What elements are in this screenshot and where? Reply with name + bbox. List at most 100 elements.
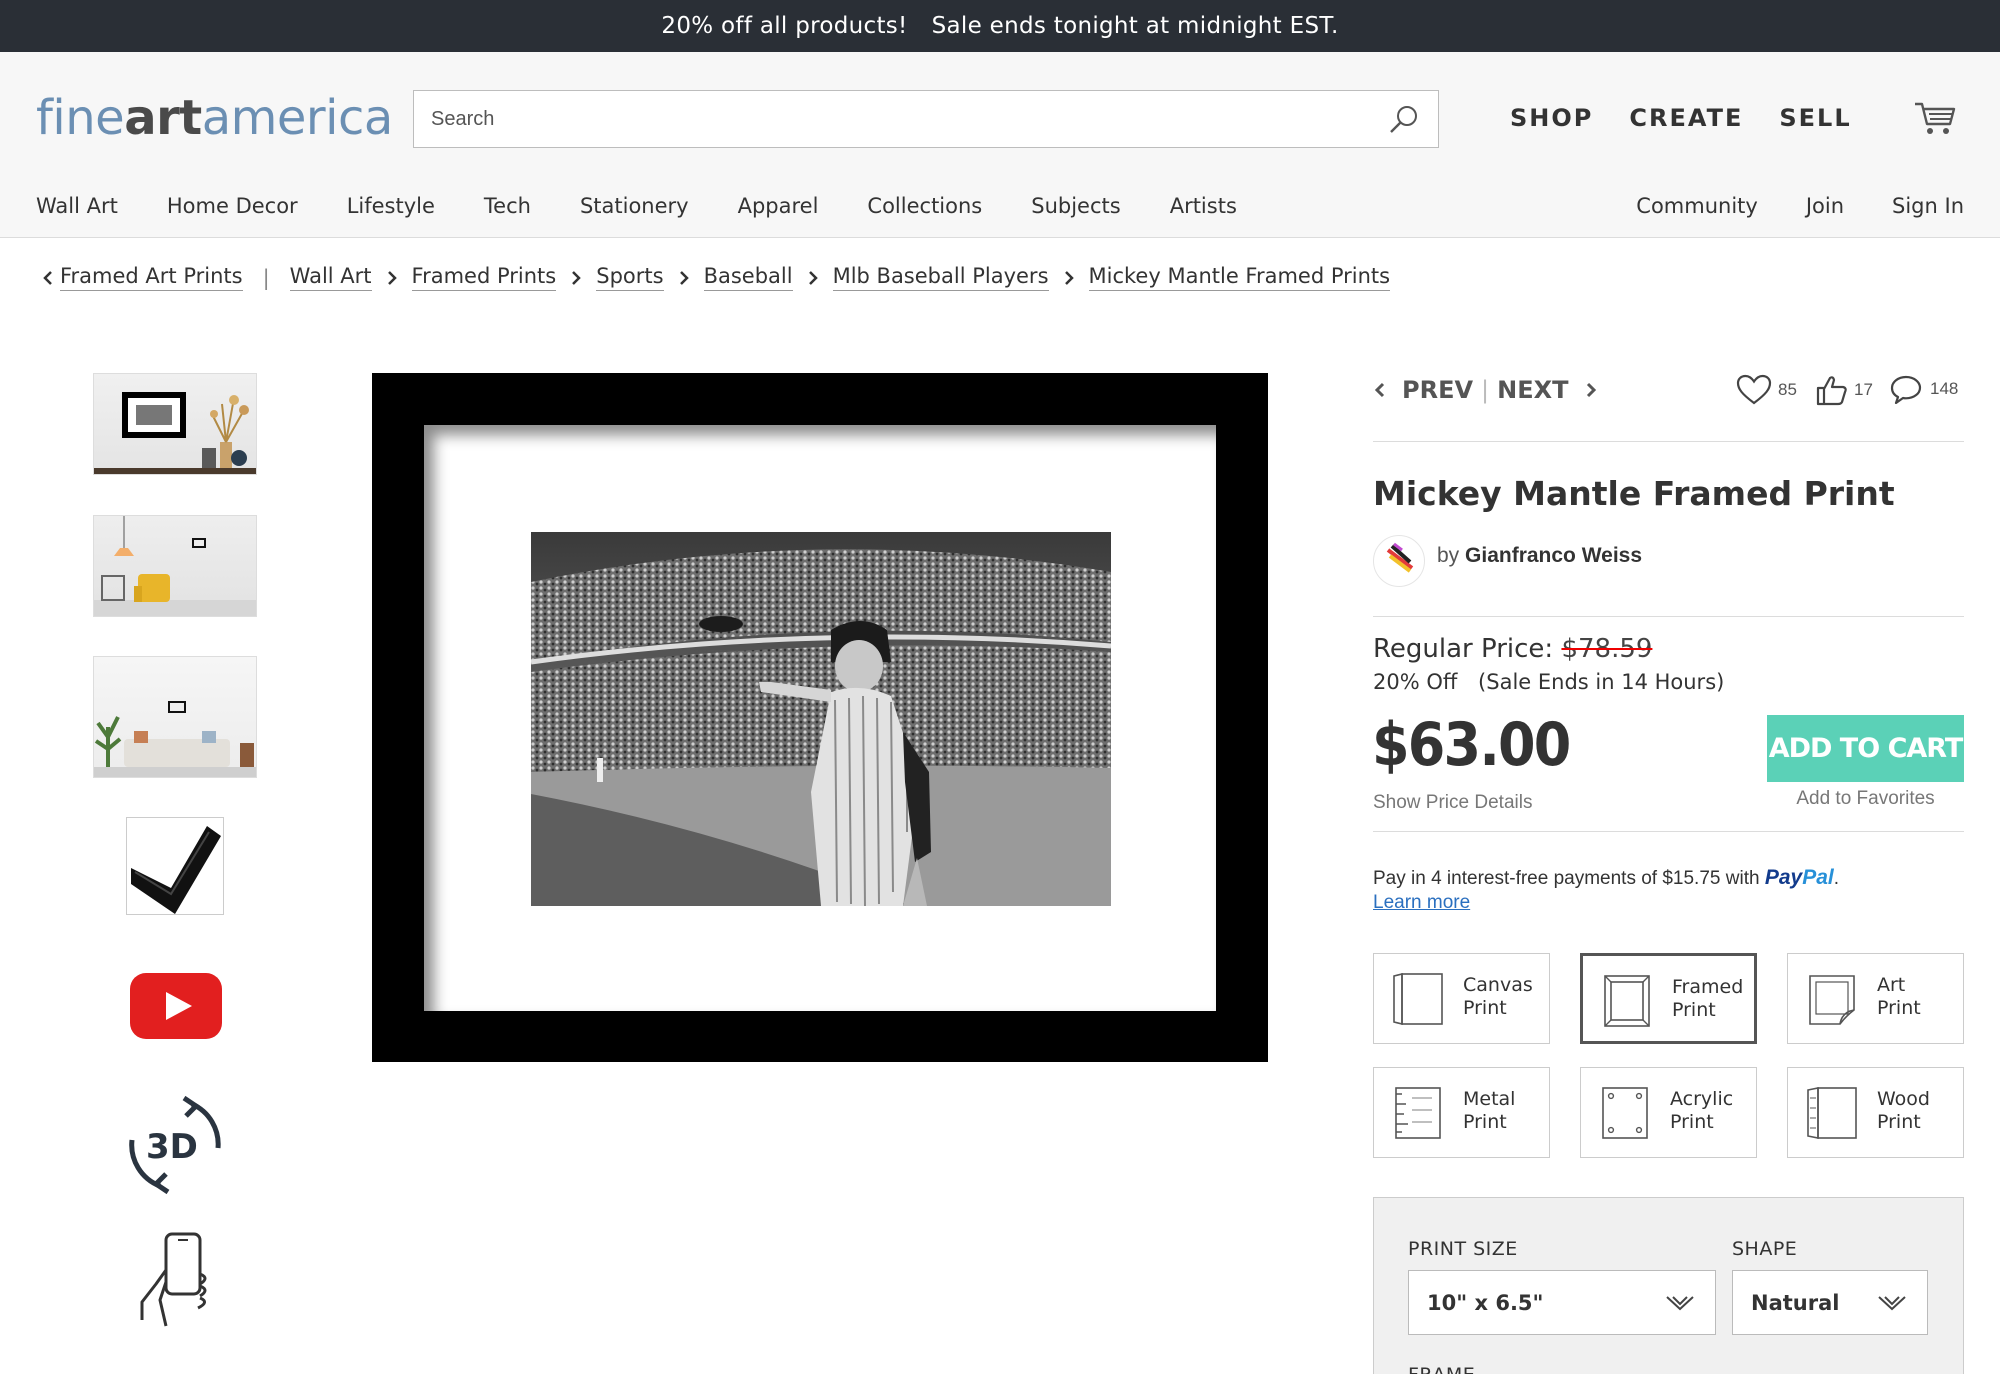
chevron-down-icon bbox=[1666, 1296, 1694, 1311]
comments-count: 148 bbox=[1930, 379, 1959, 398]
nav-join[interactable]: Join bbox=[1806, 194, 1844, 218]
learn-more-link[interactable]: Learn more bbox=[1373, 892, 1470, 914]
nav-wall-art[interactable]: Wall Art bbox=[36, 194, 118, 218]
print-size-select[interactable]: 10" x 6.5" bbox=[1408, 1270, 1716, 1335]
heart-icon bbox=[1736, 374, 1772, 405]
print-size-value: 10" x 6.5" bbox=[1427, 1290, 1544, 1315]
product-type-framed[interactable]: Framed Print bbox=[1580, 953, 1757, 1044]
byline-prefix: by bbox=[1437, 544, 1460, 567]
shape-select[interactable]: Natural bbox=[1732, 1270, 1928, 1335]
search-input[interactable] bbox=[414, 91, 1374, 147]
paypal-installments: Pay in 4 interest-free payments of $15.7… bbox=[1373, 866, 1840, 889]
show-price-details-link[interactable]: Show Price Details bbox=[1373, 792, 1532, 814]
search-icon[interactable] bbox=[1388, 103, 1420, 135]
room-preview-image bbox=[94, 701, 256, 777]
chevron-right-icon bbox=[808, 270, 818, 285]
thumbnail-living-room[interactable] bbox=[93, 515, 257, 617]
discount-text: 20% Off bbox=[1373, 670, 1458, 694]
acrylic-print-icon bbox=[1602, 1087, 1648, 1139]
product-type-canvas[interactable]: Canvas Print bbox=[1373, 953, 1550, 1044]
product-type-label: Canvas Print bbox=[1463, 974, 1533, 1019]
nav-community[interactable]: Community bbox=[1636, 194, 1758, 218]
breadcrumb: Framed Art Prints | Wall Art Framed Prin… bbox=[42, 264, 1391, 291]
comment-icon bbox=[1890, 375, 1922, 404]
svg-text:3D: 3D bbox=[146, 1127, 198, 1167]
favorites-count: 85 bbox=[1778, 380, 1797, 399]
breadcrumb-divider: | bbox=[262, 265, 270, 290]
prev-button[interactable]: PREV bbox=[1402, 376, 1473, 404]
nav-sign-in[interactable]: Sign In bbox=[1892, 194, 1964, 218]
product-type-acrylic[interactable]: Acrylic Print bbox=[1580, 1067, 1757, 1158]
product-type-label: Wood Print bbox=[1877, 1088, 1930, 1133]
product-type-wood[interactable]: Wood Print bbox=[1787, 1067, 1964, 1158]
breadcrumb-item[interactable]: Sports bbox=[596, 264, 664, 291]
mickey-mantle-photo bbox=[531, 532, 1111, 906]
shop-link[interactable]: SHOP bbox=[1510, 104, 1593, 132]
add-to-favorites-link[interactable]: Add to Favorites bbox=[1767, 788, 1964, 810]
chevron-right-icon[interactable] bbox=[1583, 380, 1599, 400]
regular-price: Regular Price: $78.59 bbox=[1373, 634, 1652, 664]
create-link[interactable]: CREATE bbox=[1629, 104, 1743, 132]
artist-byline: by Gianfranco Weiss bbox=[1437, 544, 1642, 568]
breadcrumb-item[interactable]: Baseball bbox=[703, 264, 793, 291]
promo-banner: 20% off all products! Sale ends tonight … bbox=[0, 0, 2000, 52]
breadcrumb-item[interactable]: Framed Prints bbox=[411, 264, 557, 291]
breadcrumb-item[interactable]: Mickey Mantle Framed Prints bbox=[1088, 264, 1391, 291]
chevron-right-icon bbox=[387, 270, 397, 285]
nav-stationery[interactable]: Stationery bbox=[580, 194, 689, 218]
nav-lifestyle[interactable]: Lifestyle bbox=[347, 194, 435, 218]
nav-tech[interactable]: Tech bbox=[484, 194, 531, 218]
divider bbox=[1373, 831, 1964, 832]
main-nav: Wall Art Home Decor Lifestyle Tech Stati… bbox=[36, 194, 1286, 218]
thumbnail-sofa-room[interactable] bbox=[93, 656, 257, 778]
regular-price-label: Regular Price: bbox=[1373, 634, 1554, 664]
phone-ar-icon[interactable] bbox=[136, 1230, 212, 1330]
likes-counter[interactable]: 17 bbox=[1816, 374, 1873, 406]
product-type-label: Metal Print bbox=[1463, 1088, 1516, 1133]
youtube-play-icon[interactable] bbox=[130, 973, 222, 1039]
chevron-left-icon bbox=[43, 270, 52, 285]
artist-name-link[interactable]: Gianfranco Weiss bbox=[1465, 544, 1642, 567]
nav-subjects[interactable]: Subjects bbox=[1031, 194, 1120, 218]
shape-label: SHAPE bbox=[1732, 1238, 1798, 1260]
sell-link[interactable]: SELL bbox=[1779, 104, 1851, 132]
chevron-right-icon bbox=[679, 270, 689, 285]
artist-logo-icon bbox=[1386, 542, 1414, 573]
nav-apparel[interactable]: Apparel bbox=[738, 194, 819, 218]
room-preview-image bbox=[94, 392, 256, 474]
print-size-label: PRINT SIZE bbox=[1408, 1238, 1518, 1260]
favorites-counter[interactable]: 85 bbox=[1736, 374, 1797, 406]
top-links: SHOP CREATE SELL bbox=[1510, 104, 1852, 132]
promo-deadline: Sale ends tonight at midnight EST. bbox=[931, 13, 1339, 39]
divider bbox=[1373, 616, 1964, 617]
sale-ends-text: (Sale Ends in 14 Hours) bbox=[1478, 670, 1725, 694]
breadcrumb-item[interactable]: Wall Art bbox=[289, 264, 372, 291]
nav-artists[interactable]: Artists bbox=[1170, 194, 1237, 218]
product-type-label: Acrylic Print bbox=[1670, 1088, 1734, 1133]
nav-home-decor[interactable]: Home Decor bbox=[167, 194, 298, 218]
cart-icon[interactable] bbox=[1913, 98, 1957, 138]
nav-collections[interactable]: Collections bbox=[867, 194, 982, 218]
regular-price-value: $78.59 bbox=[1561, 634, 1653, 664]
product-type-metal[interactable]: Metal Print bbox=[1373, 1067, 1550, 1158]
product-type-art[interactable]: Art Print bbox=[1787, 953, 1964, 1044]
artist-avatar[interactable] bbox=[1373, 535, 1425, 587]
site-logo[interactable]: fineartamerica bbox=[36, 90, 393, 146]
add-to-cart-button[interactable]: ADD TO CART bbox=[1767, 715, 1964, 782]
rotate-3d-icon[interactable]: 3D bbox=[122, 1090, 230, 1200]
comments-counter[interactable]: 148 bbox=[1890, 374, 1958, 404]
breadcrumb-item[interactable]: Mlb Baseball Players bbox=[832, 264, 1049, 291]
next-button[interactable]: NEXT bbox=[1497, 376, 1568, 404]
breadcrumb-back-link[interactable]: Framed Art Prints bbox=[60, 264, 243, 291]
framed-print-preview[interactable] bbox=[372, 373, 1268, 1062]
chevron-down-icon bbox=[1878, 1296, 1906, 1311]
art-print-icon bbox=[1809, 975, 1855, 1025]
frame-corner-thumbnail[interactable] bbox=[126, 817, 224, 915]
frame-label: FRAME bbox=[1408, 1364, 1475, 1374]
paypal-logo: PayPal bbox=[1764, 866, 1834, 889]
paypal-text: Pay in 4 interest-free payments of $15.7… bbox=[1373, 868, 1760, 889]
chevron-left-icon[interactable] bbox=[1372, 380, 1388, 400]
prev-next-nav: PREV | NEXT bbox=[1372, 376, 1599, 404]
thumbnail-wall-shelf[interactable] bbox=[93, 373, 257, 475]
promo-offer: 20% off all products! bbox=[661, 13, 908, 39]
